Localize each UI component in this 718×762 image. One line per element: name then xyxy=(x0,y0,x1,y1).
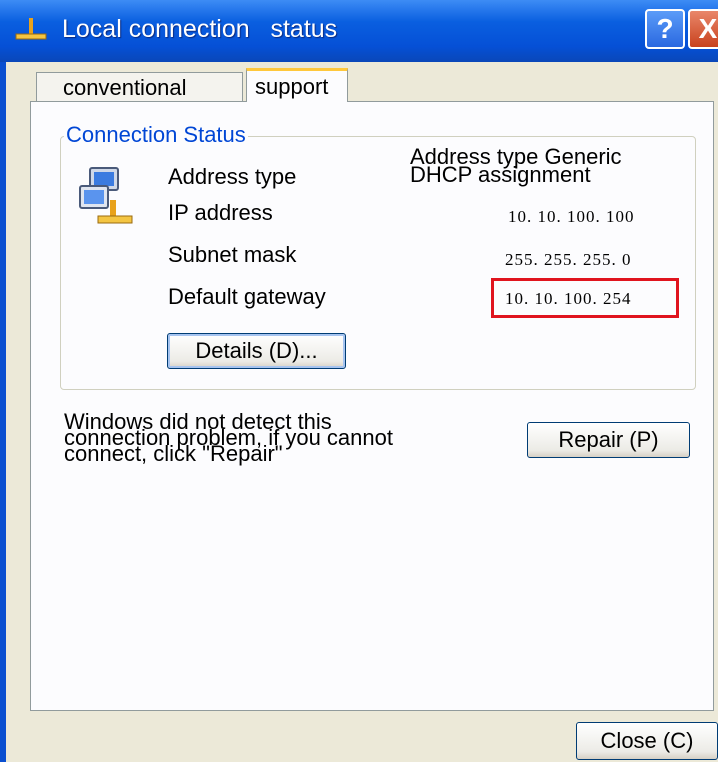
subnet-mask-label: Subnet mask xyxy=(168,242,297,267)
network-computer-icon xyxy=(79,167,133,224)
network-connection-icon xyxy=(15,18,47,40)
title-bar[interactable]: Local connection status ? X xyxy=(0,0,718,62)
tab-conventional[interactable]: conventional xyxy=(36,72,243,102)
ip-address-value: 10. 10. 100. 100 xyxy=(508,207,635,226)
address-type-value: Address type Generic DHCP assignment xyxy=(410,146,622,187)
close-button[interactable]: Close (C) xyxy=(576,722,718,760)
repair-message: Windows did not detect this connection p… xyxy=(64,411,504,465)
group-title: Connection Status xyxy=(64,122,248,148)
window-border xyxy=(0,62,6,762)
default-gateway-label: Default gateway xyxy=(168,284,326,309)
details-button[interactable]: Details (D)... xyxy=(167,333,346,369)
window-title: Local connection status xyxy=(62,15,338,43)
repair-button[interactable]: Repair (P) xyxy=(527,422,690,458)
subnet-mask-value: 255. 255. 255. 0 xyxy=(505,250,632,269)
default-gateway-value: 10. 10. 100. 254 xyxy=(505,289,632,308)
address-type-label: Address type xyxy=(168,164,297,189)
dialog-window: Local connection status ? X conventional… xyxy=(0,0,718,762)
tab-support[interactable]: support xyxy=(246,68,348,102)
ip-address-label: IP address xyxy=(168,200,273,225)
address-type-value-line2: DHCP assignment xyxy=(410,162,591,187)
window-close-button[interactable]: X xyxy=(688,9,718,49)
help-button[interactable]: ? xyxy=(645,9,685,49)
